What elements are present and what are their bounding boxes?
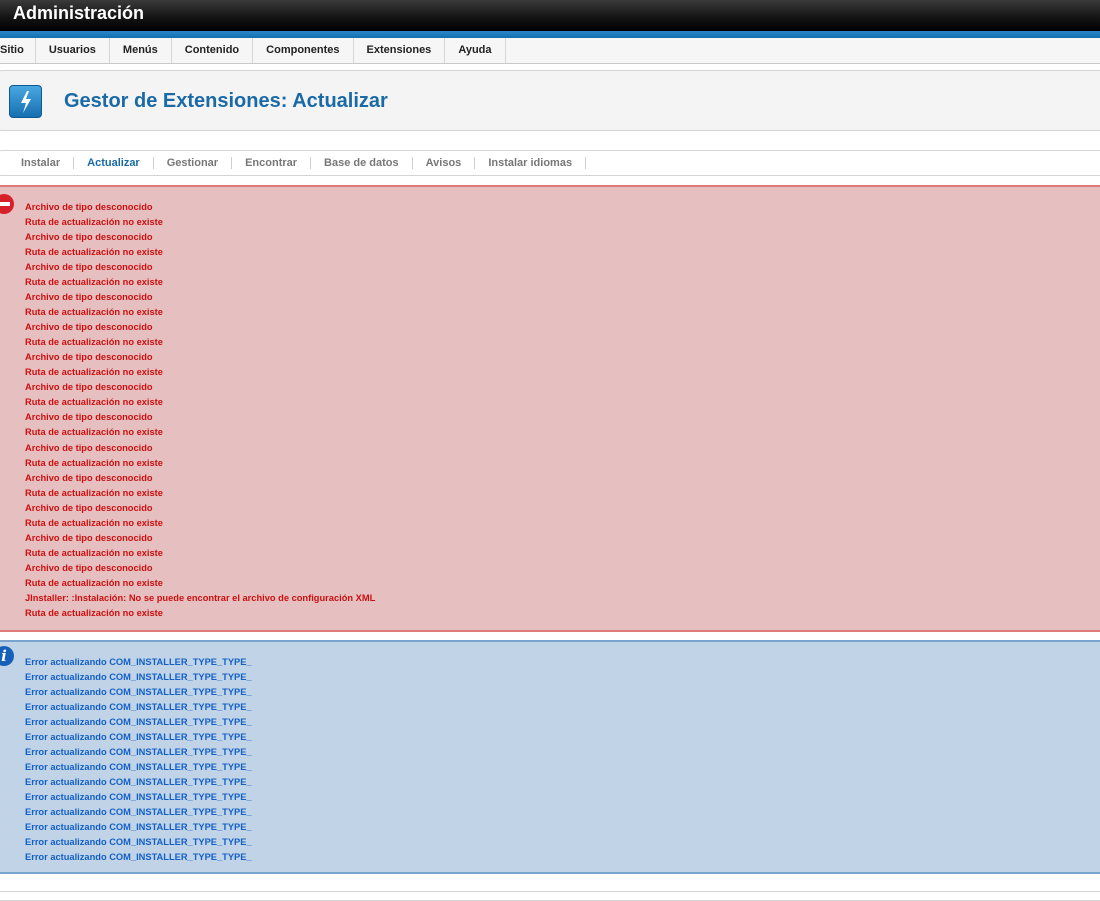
error-message: Archivo de tipo desconocido xyxy=(25,472,153,483)
error-message: Ruta de actualización no existe xyxy=(25,277,163,288)
tab-actualizar[interactable]: Actualizar xyxy=(74,157,154,169)
menu-item-componentes[interactable]: Componentes xyxy=(253,38,354,63)
error-message: Archivo de tipo desconocido xyxy=(25,502,153,513)
info-message: Error actualizando COM_INSTALLER_TYPE_TY… xyxy=(25,702,252,713)
info-message: Error actualizando COM_INSTALLER_TYPE_TY… xyxy=(25,777,252,788)
error-message: Archivo de tipo desconocido xyxy=(25,322,153,333)
header-accent-stripe xyxy=(0,31,1100,38)
info-message-box: i Error actualizando COM_INSTALLER_TYPE_… xyxy=(0,640,1100,874)
tab-base-de-datos[interactable]: Base de datos xyxy=(311,157,413,169)
error-message: Ruta de actualización no existe xyxy=(25,487,163,498)
installer-subnav: Instalar Actualizar Gestionar Encontrar … xyxy=(0,150,1100,176)
error-message: Archivo de tipo desconocido xyxy=(25,442,153,453)
info-message: Error actualizando COM_INSTALLER_TYPE_TY… xyxy=(25,837,252,848)
error-message: Ruta de actualización no existe xyxy=(25,337,163,348)
menu-item-menus[interactable]: Menús xyxy=(110,38,172,63)
info-message: Error actualizando COM_INSTALLER_TYPE_TY… xyxy=(25,762,252,773)
error-message-list: Archivo de tipo desconocido Ruta de actua… xyxy=(25,200,375,621)
info-message: Error actualizando COM_INSTALLER_TYPE_TY… xyxy=(25,807,252,818)
page-title-box: Gestor de Extensiones: Actualizar xyxy=(0,70,1100,131)
error-message: Ruta de actualización no existe xyxy=(25,427,163,438)
error-message: Archivo de tipo desconocido xyxy=(25,352,153,363)
menu-item-sitio[interactable]: Sitio xyxy=(0,38,36,63)
info-message: Error actualizando COM_INSTALLER_TYPE_TY… xyxy=(25,687,252,698)
error-message: Ruta de actualización no existe xyxy=(25,367,163,378)
error-message-box: Archivo de tipo desconocido Ruta de actua… xyxy=(0,185,1100,632)
bottom-panel-edge xyxy=(0,891,1100,901)
tab-instalar-idiomas[interactable]: Instalar idiomas xyxy=(475,157,587,169)
admin-title: Administración xyxy=(13,3,145,23)
tab-gestionar[interactable]: Gestionar xyxy=(154,157,233,169)
menu-item-ayuda[interactable]: Ayuda xyxy=(445,38,506,63)
error-message: Ruta de actualización no existe xyxy=(25,607,163,618)
info-message: Error actualizando COM_INSTALLER_TYPE_TY… xyxy=(25,672,252,683)
tab-avisos[interactable]: Avisos xyxy=(413,157,476,169)
error-message: Archivo de tipo desconocido xyxy=(25,382,153,393)
info-message: Error actualizando COM_INSTALLER_TYPE_TY… xyxy=(25,747,252,758)
error-message: Ruta de actualización no existe xyxy=(25,397,163,408)
tab-instalar[interactable]: Instalar xyxy=(15,157,75,169)
tab-encontrar[interactable]: Encontrar xyxy=(232,157,312,169)
error-message: Archivo de tipo desconocido xyxy=(25,202,153,212)
main-menu-bar: Sitio Usuarios Menús Contenido Component… xyxy=(0,38,1100,64)
error-message: Archivo de tipo desconocido xyxy=(25,412,153,423)
info-message: Error actualizando COM_INSTALLER_TYPE_TY… xyxy=(25,657,252,667)
info-message: Error actualizando COM_INSTALLER_TYPE_TY… xyxy=(25,792,252,803)
error-message: Ruta de actualización no existe xyxy=(25,577,163,588)
info-message: Error actualizando COM_INSTALLER_TYPE_TY… xyxy=(25,717,252,728)
extensions-lightning-icon xyxy=(9,85,42,118)
menu-item-usuarios[interactable]: Usuarios xyxy=(36,38,110,63)
info-message: Error actualizando COM_INSTALLER_TYPE_TY… xyxy=(25,852,252,863)
error-message: Archivo de tipo desconocido xyxy=(25,562,153,573)
error-message: Ruta de actualización no existe xyxy=(25,457,163,468)
menu-item-contenido[interactable]: Contenido xyxy=(172,38,254,63)
info-message: Error actualizando COM_INSTALLER_TYPE_TY… xyxy=(25,732,252,743)
info-message: Error actualizando COM_INSTALLER_TYPE_TY… xyxy=(25,822,252,833)
admin-header: Administración xyxy=(0,0,1100,31)
info-icon: i xyxy=(0,646,14,666)
error-message: Archivo de tipo desconocido xyxy=(25,262,153,273)
error-message: Ruta de actualización no existe xyxy=(25,517,163,528)
menu-item-extensiones[interactable]: Extensiones xyxy=(354,38,446,63)
error-message: Ruta de actualización no existe xyxy=(25,547,163,558)
error-minus-icon xyxy=(0,194,14,214)
info-message-list: Error actualizando COM_INSTALLER_TYPE_TY… xyxy=(25,655,252,865)
error-message: Archivo de tipo desconocido xyxy=(25,532,153,543)
error-message: Ruta de actualización no existe xyxy=(25,217,163,228)
error-message: Ruta de actualización no existe xyxy=(25,247,163,258)
error-message: JInstaller: :Instalación: No se puede en… xyxy=(25,592,376,603)
error-message: Ruta de actualización no existe xyxy=(25,307,163,318)
error-message: Archivo de tipo desconocido xyxy=(25,292,153,303)
error-message: Archivo de tipo desconocido xyxy=(25,232,153,243)
page-title: Gestor de Extensiones: Actualizar xyxy=(64,90,388,112)
